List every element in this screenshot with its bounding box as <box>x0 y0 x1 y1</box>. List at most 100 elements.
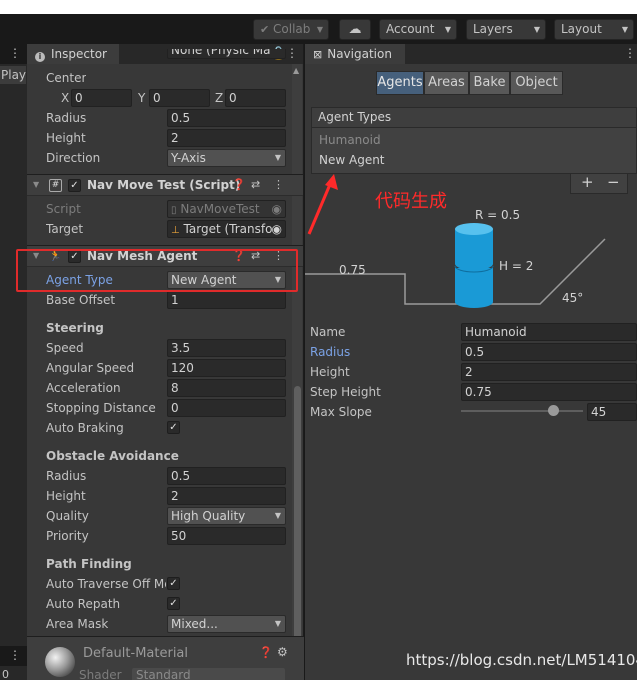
target-field[interactable]: ⊥ Target (Transfo ◉ <box>167 220 286 238</box>
shader-label: Shader <box>79 668 122 680</box>
auto-traverse-checkbox[interactable]: ✓ <box>167 577 180 590</box>
more-menu-icon[interactable]: ⋮ <box>9 648 21 662</box>
more-menu-icon[interactable]: ⋮ <box>273 178 284 191</box>
shader-value: Standard <box>136 668 191 680</box>
radius-field[interactable]: 0.5 <box>167 109 286 127</box>
foldout-arrow-icon[interactable]: ▼ <box>33 180 39 189</box>
scroll-up-icon[interactable]: ▲ <box>293 66 299 75</box>
direction-label: Direction <box>46 151 101 165</box>
tab-areas[interactable]: Areas <box>424 71 469 95</box>
center-row: Center <box>27 68 289 88</box>
nav-move-test-enabled-checkbox[interactable]: ✓ <box>68 179 81 192</box>
area-mask-value: Mixed... <box>171 617 218 631</box>
agent-radius-field[interactable]: 0.5 <box>461 343 637 361</box>
script-row: Script ▯ NavMoveTest ◉ <box>27 199 289 219</box>
center-x-field[interactable]: 0 <box>71 89 132 107</box>
diagram-slope-label: 45° <box>562 291 584 305</box>
cylinder-body-upper <box>455 229 493 270</box>
oa-height-field[interactable]: 2 <box>167 487 286 505</box>
max-slope-field[interactable]: 45 <box>587 403 637 421</box>
agent-types-list: Humanoid New Agent <box>311 128 637 174</box>
toolbar: ✔ Collab ▼ ☁ Account ▼ Layers ▼ Layout ▼ <box>0 14 637 44</box>
cloud-button[interactable]: ☁ <box>339 19 371 40</box>
area-mask-label: Area Mask <box>46 617 109 631</box>
auto-traverse-label: Auto Traverse Off Me <box>46 577 166 591</box>
height-field[interactable]: 2 <box>167 129 286 147</box>
priority-field[interactable]: 50 <box>167 527 286 545</box>
agent-name-field[interactable]: Humanoid <box>461 323 637 341</box>
speed-field[interactable]: 3.5 <box>167 339 286 357</box>
left-panel-tabbar: ⋮ <box>0 44 27 64</box>
agent-height-label: Height <box>310 365 350 379</box>
help-icon[interactable]: ❓ <box>232 178 246 191</box>
chevron-down-icon: ▼ <box>621 25 628 34</box>
max-slope-slider-track[interactable] <box>461 410 583 412</box>
diagram-step-label: 0.75 <box>339 263 366 277</box>
chevron-down-icon: ▼ <box>274 619 281 628</box>
layers-dropdown[interactable]: Layers ▼ <box>466 19 546 40</box>
add-agent-button[interactable]: + <box>581 173 594 191</box>
quality-dropdown[interactable]: High Quality ▼ <box>167 507 286 525</box>
agent-height-field[interactable]: 2 <box>461 363 637 381</box>
angular-speed-label: Angular Speed <box>46 361 135 375</box>
more-menu-icon[interactable]: ⋮ <box>624 46 636 60</box>
base-offset-field[interactable]: 1 <box>167 291 286 309</box>
acceleration-field[interactable]: 8 <box>167 379 286 397</box>
max-slope-slider-thumb[interactable] <box>547 405 559 416</box>
speed-row: Speed 3.5 <box>27 338 289 358</box>
agent-type-item[interactable]: Humanoid <box>319 130 381 150</box>
transform-icon: ⊥ <box>171 225 180 236</box>
height-label: Height <box>46 131 86 145</box>
tab-bake[interactable]: Bake <box>469 71 510 95</box>
shader-dropdown[interactable]: Standard <box>132 668 285 680</box>
center-label: Center <box>46 71 87 85</box>
direction-value: Y-Axis <box>171 151 206 165</box>
preset-icon[interactable]: ⇄ <box>251 178 260 191</box>
center-y-field[interactable]: 0 <box>149 89 210 107</box>
diagram-height-label: H = 2 <box>499 259 534 273</box>
x-label: X <box>61 91 70 105</box>
navigation-icon: ⊠ <box>313 48 323 61</box>
step-height-field[interactable]: 0.75 <box>461 383 637 401</box>
agent-types-footer: + − <box>570 173 628 194</box>
layout-dropdown[interactable]: Layout ▼ <box>554 19 634 40</box>
collab-button[interactable]: ✔ Collab ▼ <box>253 19 329 40</box>
tab-agents[interactable]: Agents <box>376 71 424 95</box>
auto-braking-row: Auto Braking ✓ <box>27 418 289 438</box>
stopping-distance-field[interactable]: 0 <box>167 399 286 417</box>
tab-navigation[interactable]: ⊠ Navigation <box>305 44 405 64</box>
navigation-panel: ⊠ Navigation ⋮ Agents Areas Bake Object A… <box>305 44 637 680</box>
direction-dropdown[interactable]: Y-Axis ▼ <box>167 149 286 167</box>
max-slope-label: Max Slope <box>310 405 372 419</box>
collab-label: Collab <box>273 22 311 36</box>
remove-agent-button[interactable]: − <box>607 173 620 191</box>
center-z-field[interactable]: 0 <box>225 89 286 107</box>
physic-material-field[interactable]: None (Physic Ma <box>167 49 286 59</box>
help-icon[interactable]: ❓ <box>259 646 273 659</box>
tab-object[interactable]: Object <box>510 71 563 95</box>
oa-radius-field[interactable]: 0.5 <box>167 467 286 485</box>
agent-type-highlight <box>16 249 298 292</box>
oa-height-label: Height <box>46 489 86 503</box>
auto-repath-checkbox[interactable]: ✓ <box>167 597 180 610</box>
layers-label: Layers <box>473 22 513 36</box>
chevron-down-icon: ▼ <box>316 25 323 34</box>
nav-move-test-header[interactable]: ▼ # ✓ Nav Move Test (Script) ❓ ⇄ ⋮ <box>27 174 303 196</box>
play-label[interactable]: Play <box>0 66 26 84</box>
z-label: Z <box>215 91 224 105</box>
check-circle-icon: ✔ <box>260 23 270 36</box>
area-mask-dropdown[interactable]: Mixed... ▼ <box>167 615 286 633</box>
more-menu-icon[interactable]: ⋮ <box>9 46 21 60</box>
path-finding-header: Path Finding <box>46 557 132 571</box>
angular-speed-field[interactable]: 120 <box>167 359 286 377</box>
chevron-down-icon: ▼ <box>274 511 281 520</box>
agent-type-item[interactable]: New Agent <box>319 150 385 170</box>
quality-label: Quality <box>46 509 89 523</box>
agent-name-label: Name <box>310 325 346 339</box>
script-label: Script <box>46 202 81 216</box>
auto-braking-checkbox[interactable]: ✓ <box>167 421 180 434</box>
object-picker-icon[interactable]: ◉ <box>271 221 282 237</box>
gear-icon[interactable]: ⚙ <box>277 645 288 659</box>
target-label: Target <box>46 222 84 236</box>
account-dropdown[interactable]: Account ▼ <box>379 19 457 40</box>
